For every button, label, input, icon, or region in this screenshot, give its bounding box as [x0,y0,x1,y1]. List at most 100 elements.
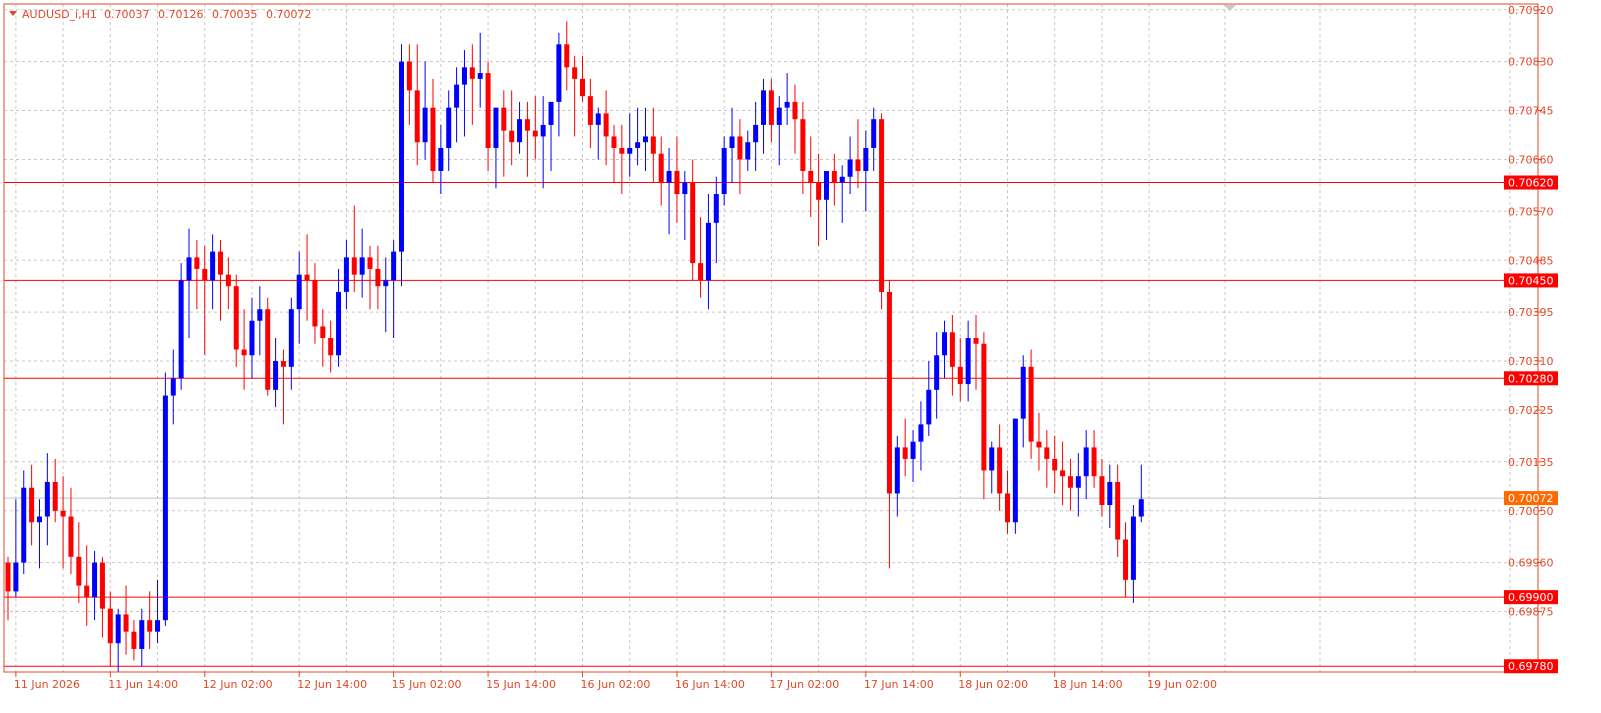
candle-body [682,182,688,195]
price-tick-label: 0.70395 [1508,306,1554,319]
candle-body [761,90,767,125]
candle-body [477,73,483,79]
candle-body [863,147,869,171]
candle-body [320,326,326,338]
candle-body [926,389,932,425]
candle-body [611,136,617,148]
candle-body [886,291,892,494]
time-tick-label: 12 Jun 14:00 [297,678,367,691]
candle-body [658,153,664,183]
candle-body [383,280,389,287]
candle-body [619,147,625,154]
candle-body [823,171,829,200]
candle-body [808,171,814,183]
candle-body [225,274,231,287]
time-tick-label: 18 Jun 02:00 [958,678,1028,691]
price-tick-label: 0.70485 [1508,254,1554,267]
level-label: 0.70450 [1508,274,1554,287]
candle-body [36,516,42,523]
candle-body [1107,481,1113,505]
candle-body [107,608,113,644]
candle-body [485,73,491,148]
candle-body [1036,441,1042,448]
candle-body [847,159,853,177]
candle-body [438,147,444,171]
price-tick-label: 0.70570 [1508,205,1554,218]
candle-body [918,424,924,442]
candle-body [13,562,19,592]
candle-body [784,101,790,108]
candle-body [816,182,822,200]
candle-body [1099,476,1105,505]
price-tick-label: 0.69875 [1508,606,1554,619]
candle-body [1067,476,1073,488]
candle-body [690,182,696,264]
candle-body [666,171,672,183]
price-tick-label: 0.70135 [1508,456,1554,469]
candle-body [627,147,633,154]
candle-body [989,447,995,471]
candle-body [501,107,507,131]
candle-body [509,130,515,143]
candle-body [698,263,704,281]
candle-body [288,309,294,367]
candle-body [249,320,255,356]
candle-body [422,107,428,143]
candle-body [1044,447,1050,459]
candle-body [446,107,452,148]
candle-body [532,130,538,137]
candle-body [351,257,357,275]
candle-body [115,614,121,644]
candle-body [1123,539,1129,580]
candle-body [217,251,223,275]
time-tick-label: 11 Jun 2026 [14,678,80,691]
candle-body [359,257,365,275]
candle-body [902,447,908,459]
candle-body [155,620,161,632]
candle-body [21,487,27,563]
candle-body [84,585,90,598]
candle-body [910,441,916,459]
candle-body [705,222,711,281]
level-label: 0.69900 [1508,591,1554,604]
price-chart[interactable]: 0.70920 0.70830 0.70745 0.70660 0.70570 0.704… [0,0,1601,713]
candle-body [572,67,578,79]
candle-body [745,142,751,160]
candle [399,44,404,287]
candle-body [580,78,586,97]
time-tick-label: 11 Jun 14:00 [108,678,178,691]
candle-body [524,119,530,131]
candle [162,372,168,626]
candle-body [855,159,861,171]
candle-body [879,119,885,292]
candle-body [981,343,987,471]
candle-body [517,119,523,143]
candle-body [973,338,979,344]
ohlc-high: 0.70126 [158,8,204,21]
candle [265,297,271,396]
candle-body [469,67,475,79]
candle-body [139,620,145,649]
candle-body [942,332,948,356]
ohlc-low: 0.70035 [212,8,258,21]
candle-body [1138,499,1144,517]
candle-body [336,291,342,356]
candle [178,263,184,390]
ohlc-open: 0.70037 [104,8,150,21]
candle-body [1060,470,1066,477]
candle-body [99,562,105,609]
candle-body [957,366,963,385]
candle-body [273,361,279,390]
candle-body [595,113,601,125]
time-tick-label: 17 Jun 02:00 [769,678,839,691]
candle-body [1052,458,1058,471]
candle-body [414,90,420,143]
candle [879,113,885,310]
candle-body [76,556,82,586]
candle-body [186,257,192,281]
candle-body [894,447,900,494]
candle-body [650,136,656,154]
current-price-label: 0.70072 [1508,492,1554,505]
candle-body [548,101,554,125]
time-tick-label: 16 Jun 14:00 [675,678,745,691]
